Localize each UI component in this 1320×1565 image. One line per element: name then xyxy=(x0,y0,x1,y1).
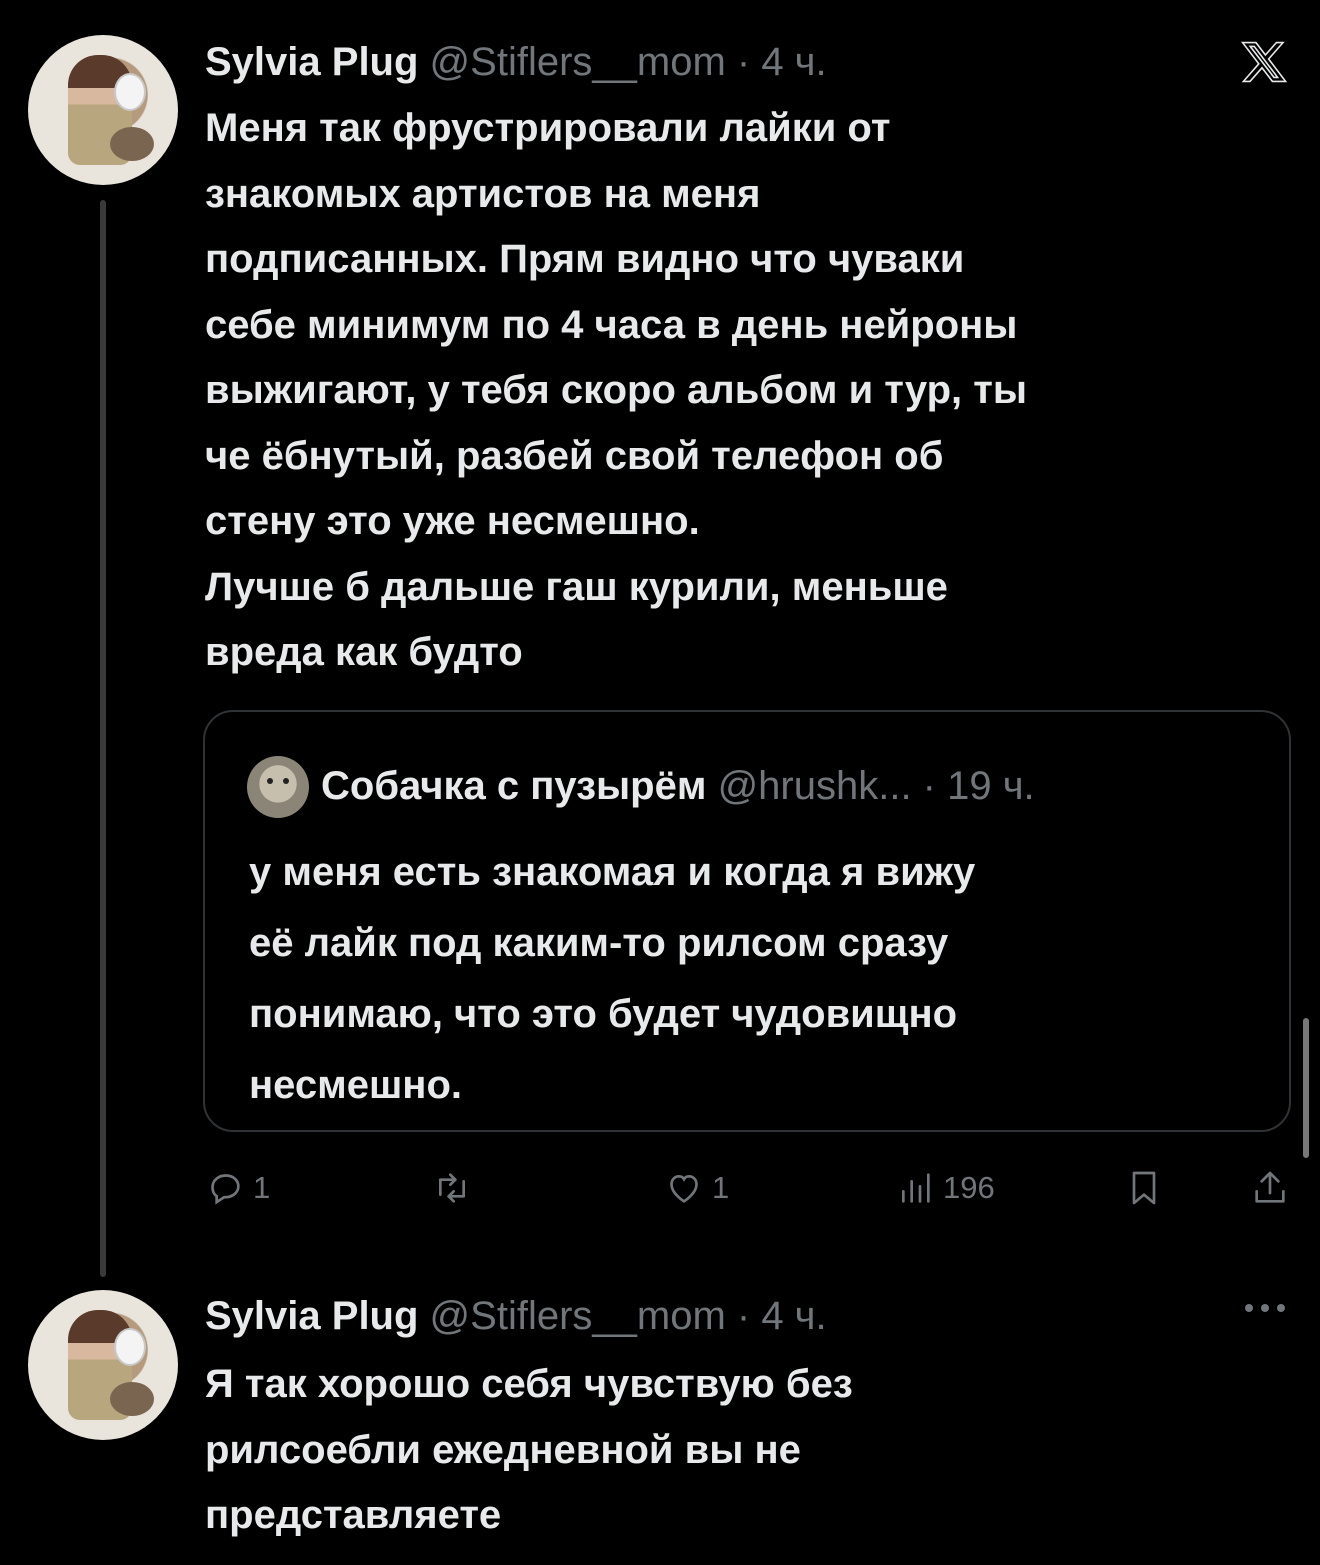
avatar-cake xyxy=(114,1328,146,1366)
avatar-dog xyxy=(110,127,154,161)
author-handle-time[interactable]: @Stiflers__mom · 4 ч. xyxy=(430,1294,827,1338)
avatar-cake xyxy=(114,73,146,111)
scrollbar[interactable] xyxy=(1303,1018,1309,1158)
thread-line xyxy=(100,200,106,1277)
quoted-header: Собачка с пузырём @hrushk... · 19 ч. xyxy=(321,762,1035,810)
author-name[interactable]: Sylvia Plug xyxy=(205,40,418,84)
like-count: 1 xyxy=(712,1170,730,1205)
bookmark-icon xyxy=(1132,1171,1156,1205)
tweet-line: рилсоебли ежедневной вы не xyxy=(205,1427,801,1472)
views-count: 196 xyxy=(943,1170,995,1205)
quoted-line: её лайк под каким-то рилсом сразу xyxy=(249,921,949,965)
tweet-line: выжигают, у тебя скоро альбом и тур, ты xyxy=(205,368,1028,412)
share-icon xyxy=(1255,1171,1285,1203)
tweet-header: Sylvia Plug @Stiflers__mom · 4 ч. xyxy=(205,1292,827,1340)
tweet-main: Sylvia Plug @Stiflers__mom · 4 ч. Меня т… xyxy=(0,0,1320,1290)
tweet-line: Я так хорошо себя чувствую без xyxy=(205,1362,853,1406)
x-logo-icon[interactable] xyxy=(1238,38,1290,86)
tweet-line: представляете xyxy=(205,1493,502,1537)
tweet-actions: 1 1 196 xyxy=(0,1163,1320,1213)
quoted-line: у меня есть знакомая и когда я вижу xyxy=(249,850,976,894)
like-button[interactable]: 1 xyxy=(664,1163,729,1213)
author-avatar[interactable] xyxy=(28,1290,178,1440)
share-button[interactable] xyxy=(1250,1163,1290,1213)
more-icon[interactable] xyxy=(1245,1298,1291,1318)
tweet-line: че ёбнутый, разбей свой телефон об xyxy=(205,433,944,478)
tweet-line: Меня так фрустрировали лайки от xyxy=(205,106,891,150)
quoted-author-name: Собачка с пузырём xyxy=(321,764,707,808)
reply-count: 1 xyxy=(253,1170,271,1205)
tweet-reply: Sylvia Plug @Stiflers__mom · 4 ч. Я так … xyxy=(0,1270,1320,1565)
tweet-header: Sylvia Plug @Stiflers__mom · 4 ч. xyxy=(205,38,827,86)
author-name[interactable]: Sylvia Plug xyxy=(205,1294,418,1338)
tweet-line: вреда как будто xyxy=(205,630,523,674)
tweet-line: знакомых артистов на меня xyxy=(205,171,761,216)
quoted-line: несмешно. xyxy=(249,1063,463,1107)
tweet-line: Лучше б дальше гаш курили, меньше xyxy=(205,564,948,609)
tweet-line: подписанных. Прям видно что чуваки xyxy=(205,237,965,281)
author-avatar[interactable] xyxy=(28,35,178,185)
author-handle-time[interactable]: @Stiflers__mom · 4 ч. xyxy=(430,40,827,84)
reply-button[interactable]: 1 xyxy=(205,1163,270,1213)
avatar-dog xyxy=(110,1382,154,1416)
repost-button[interactable] xyxy=(432,1163,480,1213)
quoted-line: понимаю, что это будет чудовищно xyxy=(249,992,958,1036)
tweet-line: стену это уже несмешно. xyxy=(205,499,700,543)
tweet-text: Меня так фрустрировали лайки от знакомых… xyxy=(205,96,1285,686)
quoted-author-avatar xyxy=(247,756,309,818)
tweet-line: себе минимум по 4 часа в день нейроны xyxy=(205,302,1018,347)
tweet-text: Я так хорошо себя чувствую без рилсоебли… xyxy=(205,1352,1285,1549)
quoted-text: у меня есть знакомая и когда я вижу её л… xyxy=(249,837,1249,1121)
views-button[interactable]: 196 xyxy=(895,1163,995,1213)
reply-icon xyxy=(211,1174,240,1205)
views-icon xyxy=(902,1173,930,1203)
quoted-handle-time: @hrushk... · 19 ч. xyxy=(717,764,1035,808)
quoted-tweet[interactable]: Собачка с пузырём @hrushk... · 19 ч. у м… xyxy=(203,710,1291,1132)
heart-icon xyxy=(670,1174,698,1203)
bookmark-button[interactable] xyxy=(1124,1163,1164,1213)
repost-icon xyxy=(439,1173,465,1203)
